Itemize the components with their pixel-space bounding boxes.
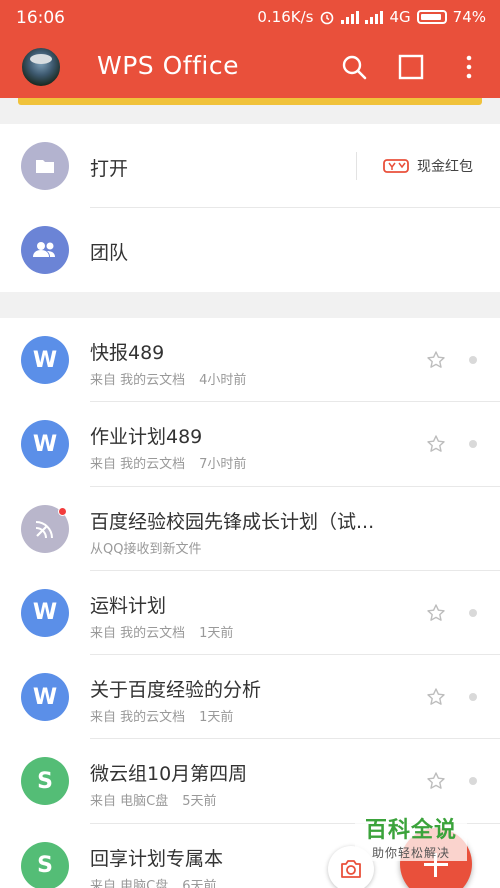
battery-icon bbox=[416, 10, 447, 24]
avatar[interactable] bbox=[20, 46, 62, 88]
camera-icon bbox=[341, 860, 361, 878]
open-row[interactable]: 打开 现金红包 bbox=[0, 124, 500, 208]
more-vert-icon[interactable] bbox=[455, 53, 483, 81]
more-dot[interactable] bbox=[469, 693, 477, 702]
sheet-doc-icon: S bbox=[21, 841, 69, 888]
file-name: 百度经验校园先锋成长计划（试... bbox=[90, 510, 375, 533]
file-row[interactable]: 百度经验校园先锋成长计划（试... 从QQ接收到新文件 bbox=[0, 486, 500, 571]
recent-files-list: W 快报489 来自 我的云文档 4小时前 W 作业计划489 来自 我的云文档 7… bbox=[0, 318, 500, 888]
file-time: 7小时前 bbox=[199, 457, 247, 473]
star-icon[interactable] bbox=[426, 603, 446, 623]
file-name: 快报489 bbox=[90, 342, 165, 364]
new-badge bbox=[58, 506, 67, 516]
star-icon[interactable] bbox=[426, 771, 446, 791]
quick-actions: 打开 现金红包 团队 bbox=[0, 124, 500, 292]
signal-icon bbox=[365, 10, 384, 24]
writer-doc-icon: W bbox=[21, 673, 69, 722]
file-time: 1天前 bbox=[199, 625, 234, 641]
folder-icon bbox=[21, 142, 69, 190]
more-dot[interactable] bbox=[469, 440, 477, 449]
star-icon[interactable] bbox=[426, 350, 446, 370]
file-source: 来自 电脑C盘 bbox=[90, 878, 169, 888]
file-meta: 来自 我的云文档 1天前 bbox=[90, 622, 247, 641]
more-dot[interactable] bbox=[469, 777, 477, 786]
file-source: 来自 电脑C盘 bbox=[90, 794, 169, 810]
file-source: 来自 我的云文档 bbox=[90, 710, 186, 726]
status-right: 0.16K/s 4G 74% bbox=[257, 8, 486, 26]
section-gap bbox=[0, 110, 500, 124]
file-meta: 来自 电脑C盘 5天前 bbox=[90, 790, 231, 809]
file-time: 4小时前 bbox=[199, 373, 247, 388]
file-name: 回享计划专属本 bbox=[90, 847, 224, 870]
file-meta: 来自 电脑C盘 6天前 bbox=[90, 875, 231, 888]
section-gap bbox=[0, 292, 500, 318]
watermark-sub: 助你轻松解决 bbox=[371, 846, 450, 860]
file-row[interactable]: W 运料计划 来自 我的云文档 1天前 bbox=[0, 570, 500, 656]
team-label: 团队 bbox=[90, 242, 129, 264]
search-icon[interactable] bbox=[340, 53, 368, 81]
star-icon[interactable] bbox=[426, 434, 446, 454]
writer-doc-icon: W bbox=[21, 336, 69, 384]
file-row[interactable]: W 快报489 来自 我的云文档 4小时前 bbox=[0, 318, 500, 403]
more-dot[interactable] bbox=[469, 356, 477, 364]
file-source: 来自 我的云文档 bbox=[90, 625, 186, 641]
red-packet-icon bbox=[383, 159, 409, 173]
status-time: 16:06 bbox=[16, 8, 65, 28]
file-name: 运料计划 bbox=[90, 594, 167, 617]
battery-level: 74% bbox=[452, 8, 486, 26]
app-bar: WPS Office bbox=[0, 36, 500, 98]
writer-doc-icon: W bbox=[21, 420, 69, 469]
file-name: 微云组10月第四周 bbox=[90, 763, 248, 786]
team-row[interactable]: 团队 bbox=[0, 208, 500, 292]
file-name: 作业计划489 bbox=[90, 426, 203, 449]
sheet-doc-icon: S bbox=[21, 757, 69, 806]
qq-receive-icon bbox=[21, 504, 69, 553]
team-icon bbox=[21, 226, 69, 274]
file-time: 5天前 bbox=[182, 794, 217, 810]
file-source: 从QQ接收到新文件 bbox=[90, 541, 202, 557]
banner-image[interactable] bbox=[18, 98, 482, 105]
network-type: 4G bbox=[389, 8, 411, 26]
red-packet-button[interactable]: 现金红包 bbox=[356, 152, 473, 180]
file-row[interactable]: W 关于百度经验的分析 来自 我的云文档 1天前 bbox=[0, 655, 500, 740]
signal-icon bbox=[341, 10, 360, 24]
file-source: 来自 我的云文档 bbox=[90, 457, 186, 473]
file-meta: 来自 我的云文档 7小时前 bbox=[90, 453, 260, 472]
app-title: WPS Office bbox=[97, 51, 239, 80]
file-meta: 从QQ接收到新文件 bbox=[90, 538, 215, 557]
watermark-main: 百科全说 bbox=[364, 818, 457, 843]
file-source: 来自 我的云文档 bbox=[90, 373, 186, 388]
file-row[interactable]: W 作业计划489 来自 我的云文档 7小时前 bbox=[0, 402, 500, 487]
watermark: 百科全说 助你轻松解决 bbox=[355, 812, 467, 861]
square-icon[interactable] bbox=[397, 53, 425, 81]
banner[interactable] bbox=[0, 98, 500, 110]
status-bar: 16:06 0.16K/s 4G 74% bbox=[0, 0, 500, 36]
alarm-icon bbox=[321, 11, 334, 25]
network-speed: 0.16K/s bbox=[257, 8, 314, 26]
more-dot[interactable] bbox=[469, 608, 477, 617]
red-packet-label: 现金红包 bbox=[417, 159, 473, 175]
star-icon[interactable] bbox=[426, 687, 446, 707]
writer-doc-icon: W bbox=[21, 588, 69, 637]
file-name: 关于百度经验的分析 bbox=[90, 679, 262, 702]
file-time: 1天前 bbox=[199, 710, 234, 726]
file-meta: 来自 我的云文档 4小时前 bbox=[90, 369, 260, 388]
open-label: 打开 bbox=[90, 158, 129, 180]
file-time: 6天前 bbox=[182, 878, 217, 888]
file-meta: 来自 我的云文档 1天前 bbox=[90, 706, 247, 725]
